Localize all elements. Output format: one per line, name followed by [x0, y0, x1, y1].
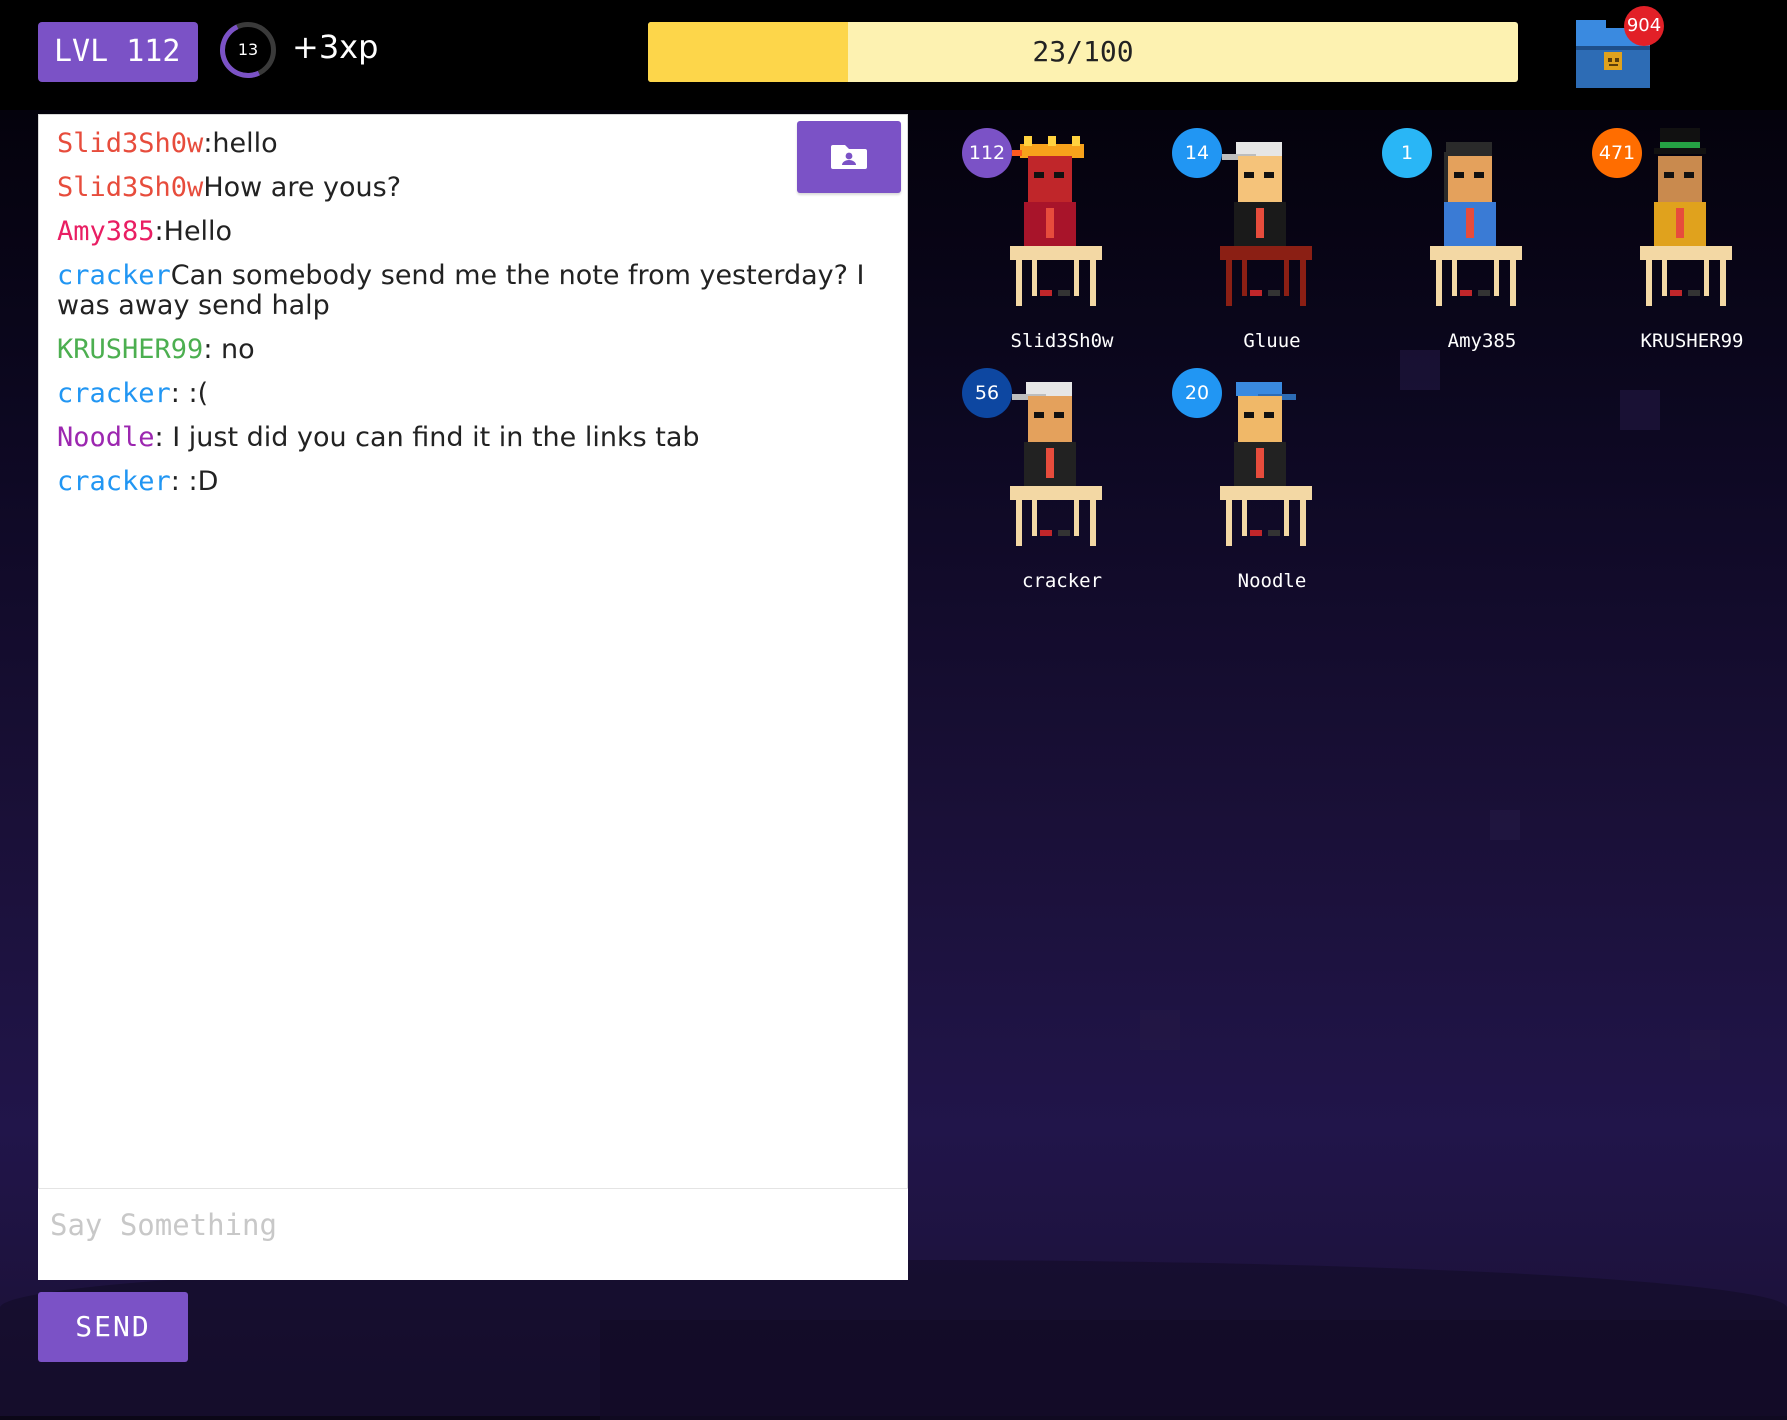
chat-username[interactable]: cracker: [57, 466, 171, 497]
chat-message: Slid3Sh0w:hello: [57, 129, 887, 159]
student-name: KRUSHER99: [1640, 330, 1744, 352]
xp-progress-text: 23/100: [1032, 35, 1134, 68]
chat-message: cracker: :(: [57, 379, 887, 409]
level-button[interactable]: LVL 112: [38, 22, 198, 82]
folder-user-icon: [831, 145, 867, 169]
student-avatar-icon: [1220, 142, 1312, 306]
student-name: Gluue: [1243, 330, 1301, 352]
chat-username[interactable]: cracker: [57, 260, 171, 291]
send-button[interactable]: SEND: [38, 1292, 188, 1362]
chat-text: :Hello: [154, 216, 233, 247]
chat-username[interactable]: Noodle: [57, 422, 155, 453]
student-name: cracker: [1021, 570, 1103, 592]
chat-messages: Slid3Sh0w:hello Slid3Sh0wHow are yous? Amy…: [57, 129, 887, 511]
student-avatar-icon: [1220, 382, 1312, 546]
student-name: Amy385: [1447, 330, 1517, 352]
chat-message: crackerCan somebody send me the note fro…: [57, 261, 887, 321]
student-seat[interactable]: 471 KRUSHER99: [1592, 128, 1787, 358]
chat-text: : :D: [170, 466, 219, 497]
student-name: Noodle: [1237, 570, 1307, 592]
student-seat[interactable]: 56 cracker: [962, 368, 1162, 598]
student-avatar-icon: [1430, 142, 1522, 306]
chat-text: : no: [203, 334, 255, 365]
student-avatar-icon: [1010, 382, 1102, 546]
links-folder-button[interactable]: [797, 121, 901, 193]
chat-message: cracker: :D: [57, 467, 887, 497]
chat-panel: Slid3Sh0w:hello Slid3Sh0wHow are yous? Amy…: [38, 114, 908, 1190]
chat-message: Noodle: I just did you can find it in th…: [57, 423, 887, 453]
chat-text: : I just did you can find it in the link…: [154, 422, 700, 453]
chat-text: :hello: [203, 128, 278, 159]
student-seat[interactable]: 20 Noodle: [1172, 368, 1372, 598]
chat-username[interactable]: Slid3Sh0w: [57, 172, 203, 203]
xp-count: 13: [237, 40, 259, 59]
chat-username[interactable]: KRUSHER99: [57, 334, 203, 365]
chest-notification-badge: 904: [1624, 6, 1664, 46]
chat-message: Slid3Sh0wHow are yous?: [57, 173, 887, 203]
chat-username[interactable]: Slid3Sh0w: [57, 128, 203, 159]
chat-username[interactable]: cracker: [57, 378, 171, 409]
student-name: Slid3Sh0w: [1010, 330, 1114, 352]
chat-message: Amy385:Hello: [57, 217, 887, 247]
xp-gain-label: +3xp: [292, 28, 379, 66]
student-avatar-icon: [1640, 128, 1732, 306]
chat-text: : :(: [170, 378, 209, 409]
student-seat[interactable]: 112 Slid3Sh0w: [962, 128, 1162, 358]
student-seat[interactable]: 1 Amy385: [1382, 128, 1582, 358]
chat-text: How are yous?: [203, 172, 402, 203]
student-seat[interactable]: 14 Gluue: [1172, 128, 1372, 358]
student-avatar-icon: [1010, 136, 1102, 306]
chat-message: KRUSHER99: no: [57, 335, 887, 365]
chat-text: Can somebody send me the note from yeste…: [57, 260, 865, 321]
chat-input[interactable]: [38, 1188, 908, 1280]
chat-area: Slid3Sh0w:hello Slid3Sh0wHow are yous? Amy…: [38, 114, 908, 1280]
xp-progress-bar: 23/100: [648, 22, 1518, 82]
chat-username[interactable]: Amy385: [57, 216, 155, 247]
